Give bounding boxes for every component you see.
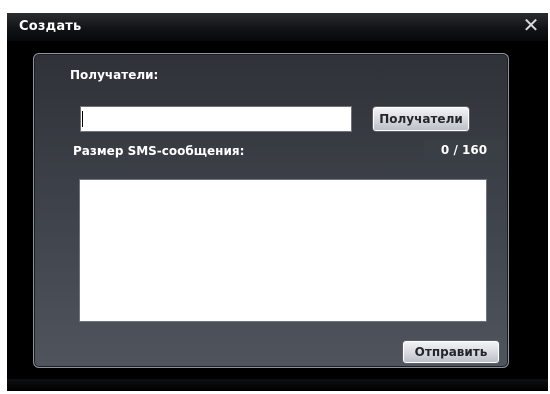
character-counter: 0 / 160 (424, 140, 504, 160)
compose-panel: Получатели: Получатели Размер SMS-сообще… (33, 53, 509, 368)
sms-compose-window: Создать ✕ Получатели: Получатели Размер … (7, 13, 548, 391)
window-bottom-border (7, 379, 548, 391)
sms-size-label: Размер SMS-сообщения: (73, 144, 245, 158)
text-cursor (82, 111, 83, 127)
recipients-input[interactable] (80, 106, 352, 132)
title-bar: Создать ✕ (7, 13, 548, 41)
close-icon[interactable]: ✕ (519, 15, 543, 35)
recipients-button[interactable]: Получатели (372, 106, 470, 132)
send-button[interactable]: Отправить (402, 340, 500, 364)
recipients-label: Получатели: (70, 68, 159, 82)
window-title: Создать (19, 19, 82, 34)
message-textarea[interactable] (79, 179, 487, 322)
